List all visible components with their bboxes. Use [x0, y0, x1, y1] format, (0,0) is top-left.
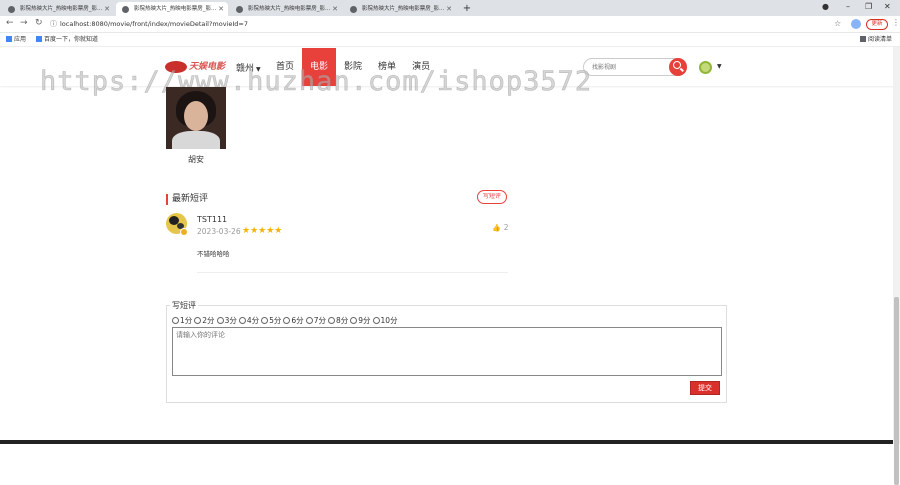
baidu-icon	[36, 36, 42, 42]
site-header: 天娱电影 赣州▼ 首页 电影 影院 榜单 演员 ▼	[0, 48, 900, 86]
new-tab-button[interactable]: +	[460, 2, 474, 16]
thumbs-up-icon: 👍	[492, 224, 501, 232]
scrollbar[interactable]	[893, 47, 900, 485]
like-count: 2	[503, 223, 509, 232]
menu-icon[interactable]: ⋮	[892, 18, 900, 27]
film-reel-icon	[165, 61, 187, 73]
globe-icon	[236, 6, 243, 13]
minimize-icon[interactable]: –	[846, 2, 850, 11]
back-icon[interactable]: ←	[6, 18, 14, 28]
restore-icon[interactable]: ❐	[865, 2, 872, 11]
browser-tab[interactable]: 影院热映大片_热映电影票房_影... ✕	[2, 2, 114, 16]
tab-title: 影院热映大片_热映电影票房_影...	[248, 6, 331, 12]
apps-icon	[6, 36, 12, 42]
info-icon[interactable]: ⓘ	[50, 18, 57, 30]
nav-rankings[interactable]: 榜单	[370, 48, 404, 86]
bookmark-apps[interactable]: 应用	[6, 33, 26, 47]
record-icon[interactable]: ●	[822, 2, 829, 11]
tab-title: 影院热映大片_热映电影票房_影...	[134, 6, 217, 12]
vip-badge-icon	[180, 228, 188, 236]
close-icon[interactable]: ✕	[218, 2, 224, 16]
bookmarks-bar: 应用 百度一下，你就知道 阅读清单	[0, 33, 900, 47]
search-box	[583, 58, 687, 76]
actor-photo[interactable]	[166, 87, 226, 149]
actor-name[interactable]: 胡安	[166, 154, 226, 165]
close-icon[interactable]: ✕	[446, 2, 452, 16]
radio-icon[interactable]	[216, 317, 224, 324]
nav-actors[interactable]: 演员	[404, 48, 438, 86]
star-rating: ★★★★★	[242, 226, 283, 236]
rating-option-3[interactable]: 3分	[216, 315, 237, 326]
globe-icon	[8, 6, 15, 13]
reading-list-icon	[860, 36, 866, 42]
user-avatar[interactable]	[699, 61, 712, 74]
comment-textarea[interactable]	[172, 327, 722, 376]
form-legend: 写短评	[170, 300, 198, 311]
rating-option-2[interactable]: 2分	[194, 315, 215, 326]
review-text: 不错哈哈哈	[197, 250, 230, 258]
radio-icon[interactable]	[172, 317, 179, 324]
browser-tab-active[interactable]: 影院热映大片_热映电影票房_影... ✕	[116, 2, 228, 16]
reviewer-name: TST111	[197, 215, 228, 224]
review-date: 2023-03-26	[197, 227, 241, 236]
url-text: localhost:8080/movie/front/index/movieDe…	[60, 20, 249, 28]
radio-icon[interactable]	[372, 317, 380, 324]
submit-button[interactable]: 提交	[690, 381, 720, 395]
chevron-down-icon: ▼	[256, 66, 261, 73]
globe-icon	[122, 6, 129, 13]
rating-option-1[interactable]: 1分	[172, 315, 192, 326]
address-bar-row: ← → ↻ ⓘ localhost:8080/movie/front/index…	[0, 16, 900, 33]
rating-options: 1分 2分 3分 4分 5分 6分 7分 8分 9分 10分	[172, 315, 400, 326]
scrollbar-thumb[interactable]	[894, 297, 899, 485]
nav-home[interactable]: 首页	[268, 48, 302, 86]
browser-tab-bar: 影院热映大片_热映电影票房_影... ✕ 影院热映大片_热映电影票房_影... …	[0, 0, 900, 16]
tab-title: 影院热映大片_热映电影票房_影...	[362, 6, 445, 12]
section-title: 最新短评	[166, 194, 208, 205]
bookmark-star-icon[interactable]: ☆	[834, 19, 841, 28]
nav-cinemas[interactable]: 影院	[336, 48, 370, 86]
write-review-button[interactable]: 写短评	[477, 190, 507, 204]
rating-option-8[interactable]: 8分	[327, 315, 348, 326]
update-button[interactable]: 更新	[866, 19, 888, 30]
radio-icon[interactable]	[238, 317, 246, 324]
rating-option-6[interactable]: 6分	[283, 315, 304, 326]
reading-list[interactable]: 阅读清单	[860, 33, 892, 47]
globe-icon	[350, 6, 357, 13]
rating-option-9[interactable]: 9分	[350, 315, 371, 326]
browser-tab[interactable]: 影院热映大片_热映电影票房_影... ✕	[230, 2, 342, 16]
close-icon[interactable]: ✕	[332, 2, 338, 16]
chevron-down-icon[interactable]: ▼	[717, 63, 722, 70]
close-icon[interactable]: ✕	[104, 2, 110, 16]
tab-title: 影院热映大片_热映电影票房_影...	[20, 6, 103, 12]
city-selector[interactable]: 赣州 ▼	[236, 61, 261, 74]
radio-icon[interactable]	[350, 317, 358, 324]
radio-icon[interactable]	[261, 317, 269, 324]
radio-icon[interactable]	[194, 317, 202, 324]
window-close-icon[interactable]: ✕	[884, 2, 891, 11]
url-field[interactable]: ⓘ localhost:8080/movie/front/index/movie…	[50, 18, 836, 30]
search-button[interactable]	[669, 58, 687, 76]
radio-icon[interactable]	[327, 317, 335, 324]
page-footer-edge	[0, 440, 893, 444]
radio-icon[interactable]	[305, 317, 313, 324]
rating-option-7[interactable]: 7分	[305, 315, 326, 326]
divider	[197, 272, 508, 273]
like-button[interactable]: 👍 2	[492, 223, 509, 232]
site-logo[interactable]: 天娱电影	[165, 59, 227, 75]
rating-option-5[interactable]: 5分	[261, 315, 281, 326]
search-input[interactable]	[592, 61, 662, 73]
radio-icon[interactable]	[283, 317, 291, 324]
bookmark-baidu[interactable]: 百度一下，你就知道	[36, 33, 98, 47]
rating-option-10[interactable]: 10分	[372, 315, 398, 326]
reload-icon[interactable]: ↻	[35, 18, 43, 28]
main-nav: 首页 电影 影院 榜单 演员	[268, 48, 438, 86]
nav-movies[interactable]: 电影	[302, 48, 337, 86]
browser-tab[interactable]: 影院热映大片_热映电影票房_影... ✕	[344, 2, 456, 16]
forward-icon[interactable]: →	[20, 18, 28, 28]
profile-avatar[interactable]	[851, 19, 861, 29]
rating-option-4[interactable]: 4分	[238, 315, 259, 326]
